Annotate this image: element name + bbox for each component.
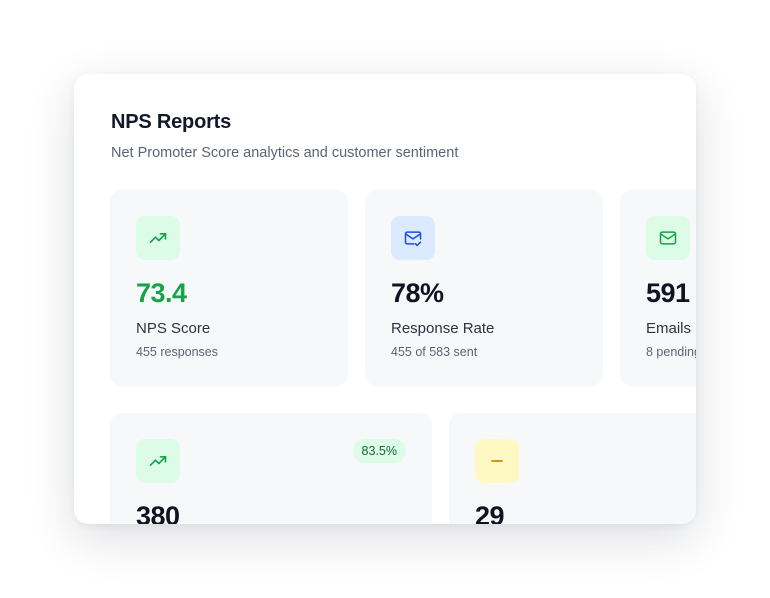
stat-value: 73.4 [136,278,187,308]
stat-subtext: 455 responses [136,345,219,359]
breakdown-card-passives: 29 [449,413,696,524]
stat-subtext: 455 of 583 sent [391,345,478,359]
minus-icon [475,439,519,483]
trending-up-icon [136,439,180,483]
mail-check-icon [391,216,435,260]
trending-up-icon [136,216,180,260]
stat-subtext: 8 pending [646,345,696,359]
breakdown-value: 29 [475,501,505,524]
nps-reports-panel: NPS Reports Net Promoter Score analytics… [74,74,696,524]
breakdown-card-promoters: 83.5% 380 [110,413,432,524]
stat-label: Response Rate [391,320,495,337]
stat-value: 78% [391,278,444,308]
stat-card-response-rate: 78% Response Rate 455 of 583 sent [365,190,603,386]
stat-card-emails-sent: 591 Emails Sent 8 pending [620,190,696,386]
page-subtitle: Net Promoter Score analytics and custome… [111,145,459,161]
stat-card-nps-score: 73.4 NPS Score 455 responses [110,190,348,386]
percentage-badge: 83.5% [352,439,406,463]
stat-label: Emails Sent [646,320,696,337]
page-title: NPS Reports [111,111,232,133]
mail-icon [646,216,690,260]
stat-value: 591 [646,278,690,308]
breakdown-value: 380 [136,501,180,524]
stat-label: NPS Score [136,320,211,337]
